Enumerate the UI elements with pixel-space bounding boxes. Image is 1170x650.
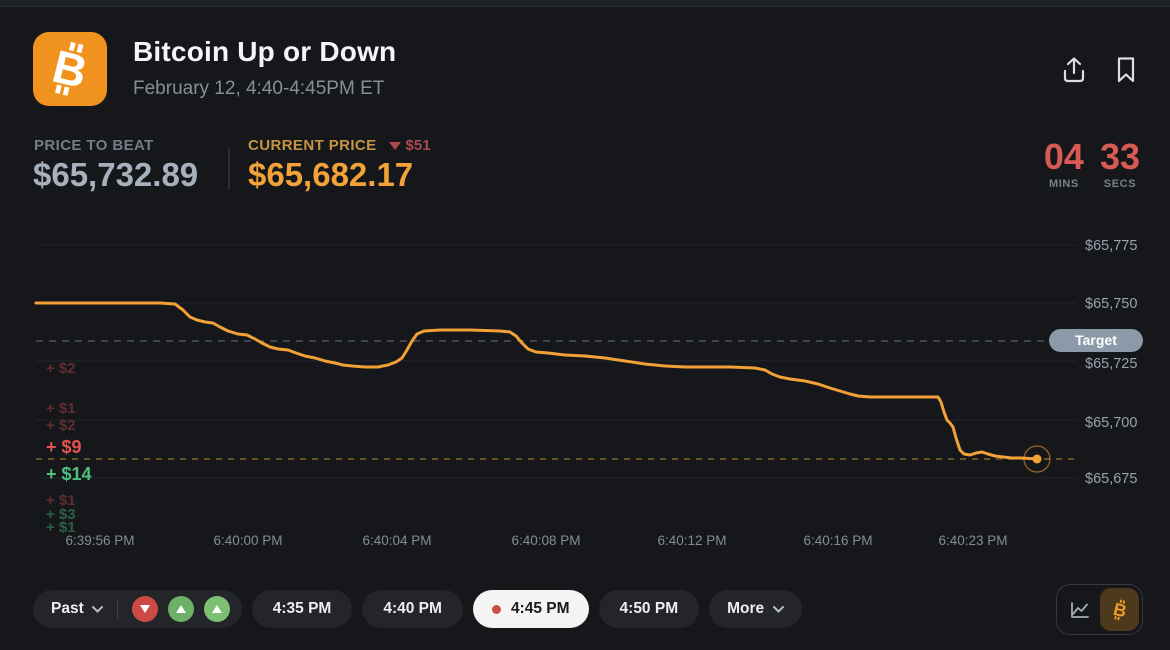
window-top-strip: [0, 0, 1170, 7]
time-tab-445pm-active[interactable]: 4:45 PM: [473, 590, 589, 628]
svg-text:Target: Target: [1075, 332, 1117, 348]
bookmark-icon: [1115, 56, 1137, 84]
latest-point-dot: [1033, 455, 1042, 464]
y-axis-label: $65,700: [1085, 415, 1137, 431]
chart-view-toggle: B: [1056, 584, 1143, 635]
bitcoin-b-glyph: B: [44, 40, 96, 98]
x-axis-label: 6:39:56 PM: [65, 533, 134, 548]
x-axis-label: 6:40:00 PM: [213, 533, 282, 548]
price-to-beat-label: PRICE TO BEAT: [34, 137, 154, 154]
bet-marker: + $14: [46, 464, 92, 484]
countdown-minutes-label: MINS: [1049, 178, 1079, 190]
share-icon: [1061, 56, 1087, 84]
down-triangle-icon: [140, 605, 150, 613]
line-chart-icon: [1069, 600, 1091, 620]
chart-toolbar: Past 4:35 PM 4:40 PM 4:45 PM 4:50 PM Mor…: [33, 590, 802, 628]
up-triangle-icon: [212, 605, 222, 613]
chevron-down-icon: [773, 606, 784, 613]
up-triangle-icon: [176, 605, 186, 613]
down-triangle-icon: [389, 142, 401, 150]
y-axis-label: $65,775: [1085, 238, 1137, 254]
target-badge: Target: [1049, 329, 1143, 352]
down-result-button[interactable]: [132, 596, 158, 622]
x-axis-label: 6:40:23 PM: [938, 533, 1007, 548]
price-delta-value: $51: [406, 137, 431, 154]
more-dropdown-button[interactable]: More: [709, 590, 802, 628]
time-tab-440pm[interactable]: 4:40 PM: [362, 590, 463, 628]
more-label: More: [727, 600, 764, 618]
page-title: Bitcoin Up or Down: [133, 36, 396, 68]
bitcoin-view-button[interactable]: B: [1100, 588, 1139, 631]
x-axis-label: 6:40:16 PM: [803, 533, 872, 548]
current-price-value: $65,682.17: [248, 156, 413, 194]
chevron-down-icon: [92, 606, 103, 613]
current-price-label: CURRENT PRICE: [248, 137, 377, 154]
countdown-seconds-label: SECS: [1104, 178, 1136, 190]
bet-marker: + $9: [46, 437, 82, 457]
bitcoin-icon: B: [1110, 598, 1130, 622]
header-actions: [1058, 54, 1142, 86]
countdown-minutes: 04: [1044, 138, 1084, 176]
x-axis-label: 6:40:04 PM: [362, 533, 431, 548]
bitcoin-logo-icon: B: [33, 32, 107, 106]
group-divider: [117, 599, 118, 619]
time-tab-450pm[interactable]: 4:50 PM: [599, 590, 700, 628]
bet-marker: + $2: [46, 417, 76, 434]
y-axis-label: $65,750: [1085, 296, 1137, 312]
up-result-button-2[interactable]: [204, 596, 230, 622]
price-divider: [228, 148, 230, 190]
time-tab-435pm[interactable]: 4:35 PM: [252, 590, 353, 628]
y-axis-label: $65,675: [1085, 471, 1137, 487]
price-to-beat-value: $65,732.89: [33, 156, 198, 194]
live-dot-icon: [492, 605, 501, 614]
event-time-range: February 12, 4:40-4:45PM ET: [133, 78, 384, 100]
past-group: Past: [33, 590, 242, 628]
line-chart-view-button[interactable]: [1060, 588, 1099, 631]
share-button[interactable]: [1058, 54, 1090, 86]
bet-marker: + $2: [46, 360, 76, 377]
bookmark-button[interactable]: [1110, 54, 1142, 86]
bitcoin-up-or-down-page: B Bitcoin Up or Down February 12, 4:40-4…: [0, 0, 1170, 650]
price-chart: $65,775 $65,750 $65,725 $65,700 $65,675 …: [0, 225, 1170, 555]
past-dropdown-button[interactable]: Past: [51, 590, 103, 628]
bet-marker: + $1: [46, 400, 76, 417]
countdown-timer: 04 MINS 33 SECS: [1044, 138, 1140, 190]
x-axis-label: 6:40:08 PM: [511, 533, 580, 548]
past-label: Past: [51, 600, 84, 618]
x-axis-label: 6:40:12 PM: [657, 533, 726, 548]
countdown-seconds: 33: [1100, 138, 1140, 176]
y-axis-label: $65,725: [1085, 356, 1137, 372]
price-delta-badge: $51: [389, 137, 431, 154]
up-result-button-1[interactable]: [168, 596, 194, 622]
price-line-series: [36, 303, 1037, 459]
